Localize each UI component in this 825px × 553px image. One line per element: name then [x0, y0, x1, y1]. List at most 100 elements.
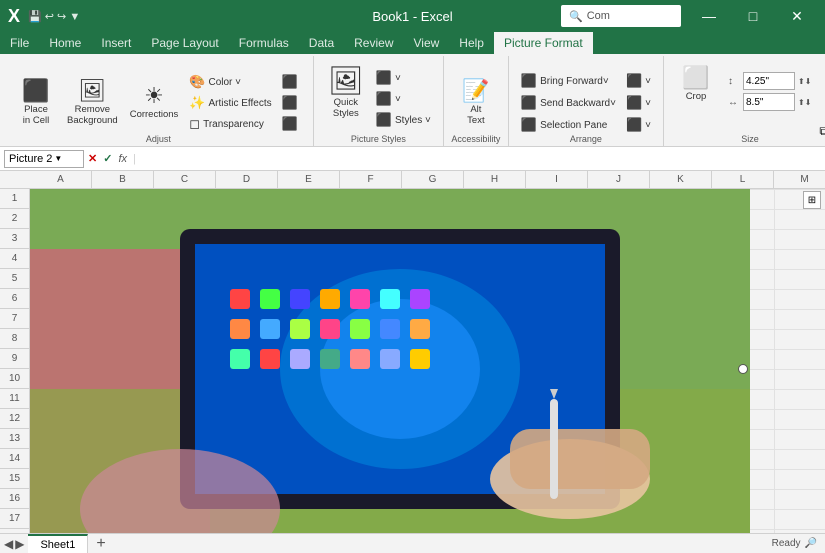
place-in-cell-icon: ⬛: [22, 80, 49, 102]
picture-layout-button[interactable]: ⬛ Styles ˅: [372, 110, 435, 130]
reset-picture-button[interactable]: ⬛: [278, 114, 305, 134]
height-label: ↕: [728, 76, 740, 87]
picture-border-button[interactable]: ⬛˅: [372, 68, 435, 88]
quick-styles-button[interactable]: 🖼 QuickStyles: [322, 64, 370, 123]
row-5[interactable]: 5: [0, 269, 29, 289]
col-header-c[interactable]: C: [154, 171, 216, 188]
transparency-label: Transparency: [203, 119, 264, 130]
row-16[interactable]: 16: [0, 489, 29, 509]
image-layout-icon[interactable]: ⊞: [803, 191, 821, 209]
col-header-e[interactable]: E: [278, 171, 340, 188]
spreadsheet-image-container[interactable]: ⊞: [30, 189, 750, 533]
tab-view[interactable]: View: [404, 32, 450, 54]
bring-forward-arrow: ˅: [603, 76, 609, 87]
col-header-l[interactable]: L: [712, 171, 774, 188]
tab-home[interactable]: Home: [39, 32, 91, 54]
remove-bg-icon: 🖼: [78, 80, 106, 102]
tab-page-layout[interactable]: Page Layout: [141, 32, 228, 54]
minimize-btn[interactable]: —: [689, 2, 729, 30]
transparency-icon: ◻: [189, 116, 200, 132]
alt-text-button[interactable]: 📝 AltText: [452, 77, 500, 130]
col-header-g[interactable]: G: [402, 171, 464, 188]
col-header-d[interactable]: D: [216, 171, 278, 188]
tab-review[interactable]: Review: [344, 32, 403, 54]
col-header-k[interactable]: K: [650, 171, 712, 188]
add-sheet-btn[interactable]: +: [88, 535, 113, 553]
row-8[interactable]: 8: [0, 329, 29, 349]
col-header-b[interactable]: B: [92, 171, 154, 188]
cancel-formula-btn[interactable]: ✕: [88, 152, 97, 165]
group-icon: ⬛: [626, 95, 642, 111]
confirm-formula-btn[interactable]: ✓: [103, 152, 112, 165]
row-17[interactable]: 17: [0, 509, 29, 529]
send-backward-button[interactable]: ⬛ Send Backward ˅: [517, 93, 620, 113]
rotate-button[interactable]: ⬛˅: [622, 115, 655, 135]
row-10[interactable]: 10: [0, 369, 29, 389]
height-input[interactable]: [743, 72, 795, 90]
row-13[interactable]: 13: [0, 429, 29, 449]
function-btn[interactable]: fx: [118, 153, 127, 165]
col-header-h[interactable]: H: [464, 171, 526, 188]
app-logo: X: [8, 6, 20, 27]
col-header-a[interactable]: A: [30, 171, 92, 188]
col-header-i[interactable]: I: [526, 171, 588, 188]
color-button[interactable]: 🎨 Color ˅: [185, 72, 275, 92]
row-6[interactable]: 6: [0, 289, 29, 309]
tab-insert[interactable]: Insert: [91, 32, 141, 54]
row-4[interactable]: 4: [0, 249, 29, 269]
change-picture-button[interactable]: ⬛: [278, 93, 305, 113]
color-icon: 🎨: [189, 74, 205, 90]
right-resize-handle[interactable]: [738, 364, 748, 374]
sheet-tab-sheet1[interactable]: Sheet1: [28, 534, 88, 553]
row-18[interactable]: 18: [0, 529, 29, 533]
sheet-nav-prev[interactable]: ◀: [4, 537, 13, 551]
height-spinner[interactable]: ⬆⬇: [798, 77, 811, 86]
artistic-effects-button[interactable]: ✨ Artistic Effects: [185, 93, 275, 113]
col-header-m[interactable]: M: [774, 171, 825, 188]
tab-help[interactable]: Help: [449, 32, 494, 54]
transparency-button[interactable]: ◻ Transparency: [185, 114, 275, 134]
crop-button[interactable]: ⬜ Crop: [672, 64, 720, 105]
col-header-f[interactable]: F: [340, 171, 402, 188]
embedded-image: ⊞: [30, 189, 750, 533]
row-11[interactable]: 11: [0, 389, 29, 409]
arrange-label: Arrange: [509, 134, 663, 144]
row-9[interactable]: 9: [0, 349, 29, 369]
name-box-arrow[interactable]: ▼: [54, 154, 62, 163]
maximize-btn[interactable]: □: [733, 2, 773, 30]
sheet-nav-next[interactable]: ▶: [15, 537, 24, 551]
row-1[interactable]: 1: [0, 189, 29, 209]
row-7[interactable]: 7: [0, 309, 29, 329]
bring-forward-button[interactable]: ⬛ Bring Forward ˅: [517, 71, 620, 91]
group-button[interactable]: ⬛˅: [622, 93, 655, 113]
picture-styles-label: Picture Styles: [314, 134, 443, 144]
place-in-cell-button[interactable]: ⬛ Placein Cell: [12, 77, 60, 130]
width-input[interactable]: [743, 93, 795, 111]
row-3[interactable]: 3: [0, 229, 29, 249]
name-box[interactable]: Picture 2 ▼: [4, 150, 84, 168]
rotate-icon: ⬛: [626, 117, 642, 133]
row-15[interactable]: 15: [0, 469, 29, 489]
formula-input[interactable]: [140, 153, 821, 165]
tab-picture-format[interactable]: Picture Format: [494, 32, 593, 54]
close-btn[interactable]: ✕: [777, 2, 817, 30]
width-spinner[interactable]: ⬆⬇: [798, 98, 811, 107]
accessibility-indicator: 🔎: [805, 538, 817, 549]
compress-pictures-button[interactable]: ⬛: [278, 72, 305, 92]
tab-data[interactable]: Data: [299, 32, 344, 54]
color-label: Color ˅: [208, 77, 241, 88]
col-header-j[interactable]: J: [588, 171, 650, 188]
ribbon: ⬛ Placein Cell 🖼 RemoveBackground ☀ Corr…: [0, 54, 825, 147]
selection-pane-button[interactable]: ⬛ Selection Pane: [517, 115, 620, 135]
row-14[interactable]: 14: [0, 449, 29, 469]
align-button[interactable]: ⬛˅: [622, 71, 655, 91]
row-2[interactable]: 2: [0, 209, 29, 229]
picture-effects-button[interactable]: ⬛˅: [372, 89, 435, 109]
row-12[interactable]: 12: [0, 409, 29, 429]
search-box[interactable]: 🔍 Com: [561, 5, 681, 27]
remove-background-button[interactable]: 🖼 RemoveBackground: [62, 77, 123, 130]
tab-formulas[interactable]: Formulas: [229, 32, 299, 54]
corrections-button[interactable]: ☀ Corrections: [125, 82, 184, 123]
tab-file[interactable]: File: [0, 32, 39, 54]
send-backward-icon: ⬛: [521, 95, 537, 111]
